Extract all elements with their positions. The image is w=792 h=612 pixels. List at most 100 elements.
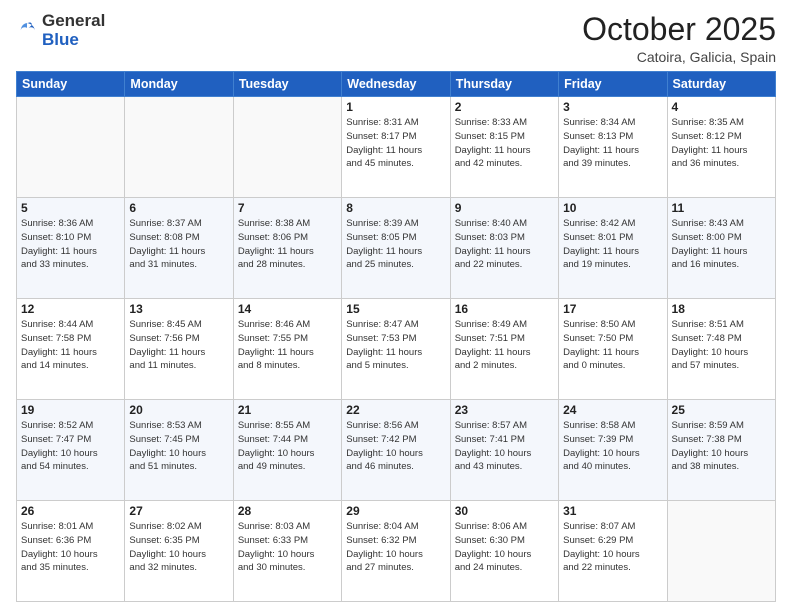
day-info: Sunrise: 8:36 AM Sunset: 8:10 PM Dayligh… bbox=[21, 217, 120, 272]
day-number: 8 bbox=[346, 201, 445, 215]
day-number: 12 bbox=[21, 302, 120, 316]
calendar-cell bbox=[125, 97, 233, 198]
calendar-week-2: 5 Sunrise: 8:36 AM Sunset: 8:10 PM Daylig… bbox=[17, 198, 776, 299]
day-info: Sunrise: 8:37 AM Sunset: 8:08 PM Dayligh… bbox=[129, 217, 228, 272]
calendar-cell: 28Sunrise: 8:03 AM Sunset: 6:33 PM Dayli… bbox=[233, 501, 341, 602]
day-info: Sunrise: 8:03 AM Sunset: 6:33 PM Dayligh… bbox=[238, 520, 337, 575]
calendar-cell: 10 Sunrise: 8:42 AM Sunset: 8:01 PM Dayli… bbox=[559, 198, 667, 299]
day-number: 21 bbox=[238, 403, 337, 417]
weekday-header-thursday: Thursday bbox=[450, 72, 558, 97]
day-number: 4 bbox=[672, 100, 771, 114]
calendar-cell: 7 Sunrise: 8:38 AM Sunset: 8:06 PM Daylig… bbox=[233, 198, 341, 299]
day-number: 29 bbox=[346, 504, 445, 518]
calendar-cell: 25 Sunrise: 8:59 AM Sunset: 7:38 PM Dayli… bbox=[667, 400, 775, 501]
day-number: 31 bbox=[563, 504, 662, 518]
day-number: 10 bbox=[563, 201, 662, 215]
day-info: Sunrise: 8:40 AM Sunset: 8:03 PM Dayligh… bbox=[455, 217, 554, 272]
day-number: 26 bbox=[21, 504, 120, 518]
day-number: 23 bbox=[455, 403, 554, 417]
day-info: Sunrise: 8:45 AM Sunset: 7:56 PM Dayligh… bbox=[129, 318, 228, 373]
calendar-cell: 5 Sunrise: 8:36 AM Sunset: 8:10 PM Daylig… bbox=[17, 198, 125, 299]
day-number: 9 bbox=[455, 201, 554, 215]
calendar-cell: 20Sunrise: 8:53 AM Sunset: 7:45 PM Dayli… bbox=[125, 400, 233, 501]
calendar-cell: 3Sunrise: 8:34 AM Sunset: 8:13 PM Daylig… bbox=[559, 97, 667, 198]
day-info: Sunrise: 8:34 AM Sunset: 8:13 PM Dayligh… bbox=[563, 116, 662, 171]
calendar-cell: 26 Sunrise: 8:01 AM Sunset: 6:36 PM Dayli… bbox=[17, 501, 125, 602]
day-info: Sunrise: 8:51 AM Sunset: 7:48 PM Dayligh… bbox=[672, 318, 771, 373]
calendar-cell: 31 Sunrise: 8:07 AM Sunset: 6:29 PM Dayli… bbox=[559, 501, 667, 602]
logo-text: General Blue bbox=[42, 12, 105, 49]
calendar-cell: 11Sunrise: 8:43 AM Sunset: 8:00 PM Dayli… bbox=[667, 198, 775, 299]
calendar-cell bbox=[233, 97, 341, 198]
day-info: Sunrise: 8:59 AM Sunset: 7:38 PM Dayligh… bbox=[672, 419, 771, 474]
calendar-cell: 29 Sunrise: 8:04 AM Sunset: 6:32 PM Dayli… bbox=[342, 501, 450, 602]
weekday-header-monday: Monday bbox=[125, 72, 233, 97]
day-info: Sunrise: 8:38 AM Sunset: 8:06 PM Dayligh… bbox=[238, 217, 337, 272]
day-number: 2 bbox=[455, 100, 554, 114]
day-number: 5 bbox=[21, 201, 120, 215]
day-number: 7 bbox=[238, 201, 337, 215]
day-info: Sunrise: 8:53 AM Sunset: 7:45 PM Dayligh… bbox=[129, 419, 228, 474]
day-info: Sunrise: 8:46 AM Sunset: 7:55 PM Dayligh… bbox=[238, 318, 337, 373]
logo-blue: Blue bbox=[42, 30, 79, 49]
weekday-header-tuesday: Tuesday bbox=[233, 72, 341, 97]
logo-bird-icon bbox=[16, 20, 38, 42]
day-number: 24 bbox=[563, 403, 662, 417]
page: General Blue October 2025 Catoira, Galic… bbox=[0, 0, 792, 612]
calendar-cell: 6 Sunrise: 8:37 AM Sunset: 8:08 PM Daylig… bbox=[125, 198, 233, 299]
day-number: 22 bbox=[346, 403, 445, 417]
location-subtitle: Catoira, Galicia, Spain bbox=[582, 49, 776, 65]
weekday-header-sunday: Sunday bbox=[17, 72, 125, 97]
day-info: Sunrise: 8:56 AM Sunset: 7:42 PM Dayligh… bbox=[346, 419, 445, 474]
calendar-table: SundayMondayTuesdayWednesdayThursdayFrid… bbox=[16, 71, 776, 602]
day-info: Sunrise: 8:49 AM Sunset: 7:51 PM Dayligh… bbox=[455, 318, 554, 373]
calendar-cell: 8 Sunrise: 8:39 AM Sunset: 8:05 PM Daylig… bbox=[342, 198, 450, 299]
day-info: Sunrise: 8:57 AM Sunset: 7:41 PM Dayligh… bbox=[455, 419, 554, 474]
title-block: October 2025 Catoira, Galicia, Spain bbox=[582, 12, 776, 65]
calendar-week-1: 1Sunrise: 8:31 AM Sunset: 8:17 PM Daylig… bbox=[17, 97, 776, 198]
day-info: Sunrise: 8:50 AM Sunset: 7:50 PM Dayligh… bbox=[563, 318, 662, 373]
day-info: Sunrise: 8:42 AM Sunset: 8:01 PM Dayligh… bbox=[563, 217, 662, 272]
day-number: 6 bbox=[129, 201, 228, 215]
day-info: Sunrise: 8:01 AM Sunset: 6:36 PM Dayligh… bbox=[21, 520, 120, 575]
calendar-cell: 1Sunrise: 8:31 AM Sunset: 8:17 PM Daylig… bbox=[342, 97, 450, 198]
logo: General Blue bbox=[16, 12, 105, 49]
calendar-cell: 18 Sunrise: 8:51 AM Sunset: 7:48 PM Dayli… bbox=[667, 299, 775, 400]
calendar-cell: 16Sunrise: 8:49 AM Sunset: 7:51 PM Dayli… bbox=[450, 299, 558, 400]
day-number: 25 bbox=[672, 403, 771, 417]
day-info: Sunrise: 8:06 AM Sunset: 6:30 PM Dayligh… bbox=[455, 520, 554, 575]
calendar-cell: 19Sunrise: 8:52 AM Sunset: 7:47 PM Dayli… bbox=[17, 400, 125, 501]
weekday-header-friday: Friday bbox=[559, 72, 667, 97]
day-info: Sunrise: 8:07 AM Sunset: 6:29 PM Dayligh… bbox=[563, 520, 662, 575]
day-number: 15 bbox=[346, 302, 445, 316]
day-info: Sunrise: 8:04 AM Sunset: 6:32 PM Dayligh… bbox=[346, 520, 445, 575]
calendar-cell bbox=[667, 501, 775, 602]
day-number: 18 bbox=[672, 302, 771, 316]
calendar-cell bbox=[17, 97, 125, 198]
calendar-cell: 15 Sunrise: 8:47 AM Sunset: 7:53 PM Dayli… bbox=[342, 299, 450, 400]
calendar-week-3: 12Sunrise: 8:44 AM Sunset: 7:58 PM Dayli… bbox=[17, 299, 776, 400]
calendar-cell: 12Sunrise: 8:44 AM Sunset: 7:58 PM Dayli… bbox=[17, 299, 125, 400]
weekday-header-row: SundayMondayTuesdayWednesdayThursdayFrid… bbox=[17, 72, 776, 97]
calendar-week-4: 19Sunrise: 8:52 AM Sunset: 7:47 PM Dayli… bbox=[17, 400, 776, 501]
month-title: October 2025 bbox=[582, 12, 776, 47]
day-number: 17 bbox=[563, 302, 662, 316]
logo-general: General bbox=[42, 11, 105, 30]
weekday-header-saturday: Saturday bbox=[667, 72, 775, 97]
calendar-week-5: 26 Sunrise: 8:01 AM Sunset: 6:36 PM Dayli… bbox=[17, 501, 776, 602]
calendar-cell: 23 Sunrise: 8:57 AM Sunset: 7:41 PM Dayli… bbox=[450, 400, 558, 501]
day-number: 14 bbox=[238, 302, 337, 316]
day-info: Sunrise: 8:39 AM Sunset: 8:05 PM Dayligh… bbox=[346, 217, 445, 272]
day-info: Sunrise: 8:31 AM Sunset: 8:17 PM Dayligh… bbox=[346, 116, 445, 171]
calendar-cell: 22 Sunrise: 8:56 AM Sunset: 7:42 PM Dayli… bbox=[342, 400, 450, 501]
top-section: General Blue October 2025 Catoira, Galic… bbox=[16, 12, 776, 65]
calendar-cell: 21Sunrise: 8:55 AM Sunset: 7:44 PM Dayli… bbox=[233, 400, 341, 501]
weekday-header-wednesday: Wednesday bbox=[342, 72, 450, 97]
calendar-cell: 9 Sunrise: 8:40 AM Sunset: 8:03 PM Daylig… bbox=[450, 198, 558, 299]
day-info: Sunrise: 8:47 AM Sunset: 7:53 PM Dayligh… bbox=[346, 318, 445, 373]
calendar-cell: 17 Sunrise: 8:50 AM Sunset: 7:50 PM Dayli… bbox=[559, 299, 667, 400]
day-info: Sunrise: 8:02 AM Sunset: 6:35 PM Dayligh… bbox=[129, 520, 228, 575]
day-number: 27 bbox=[129, 504, 228, 518]
day-info: Sunrise: 8:33 AM Sunset: 8:15 PM Dayligh… bbox=[455, 116, 554, 171]
day-number: 30 bbox=[455, 504, 554, 518]
